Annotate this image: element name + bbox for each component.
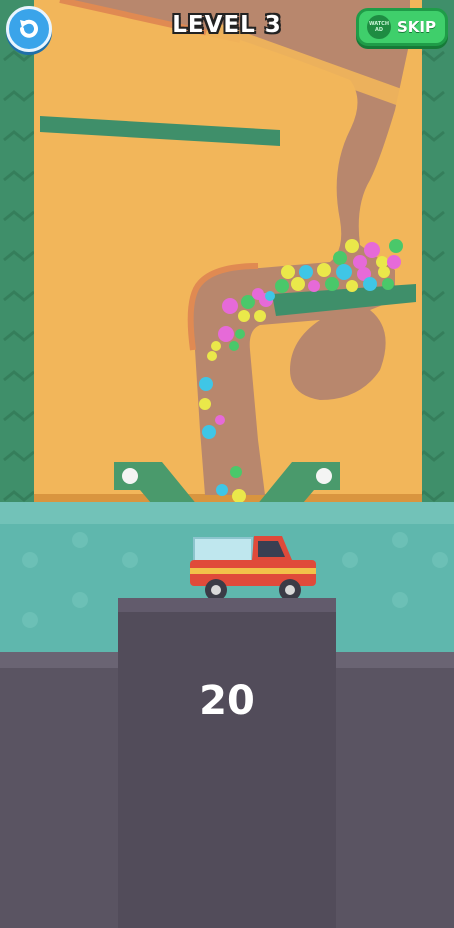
balls-counter: 20 (199, 678, 255, 724)
center-pillar (118, 598, 336, 928)
watch-ad-icon: WATCH AD (367, 15, 391, 39)
right-platform-top (334, 652, 454, 668)
board-bottom-edge (34, 494, 422, 502)
left-platform-top (0, 652, 120, 668)
skip-label: SKIP (397, 18, 437, 36)
center-pillar-top (118, 598, 336, 612)
game-scene (0, 0, 454, 928)
left-platform (0, 652, 120, 928)
right-platform (334, 652, 454, 928)
water-floor-top (0, 502, 454, 524)
skip-button[interactable]: WATCH AD SKIP (356, 8, 448, 46)
